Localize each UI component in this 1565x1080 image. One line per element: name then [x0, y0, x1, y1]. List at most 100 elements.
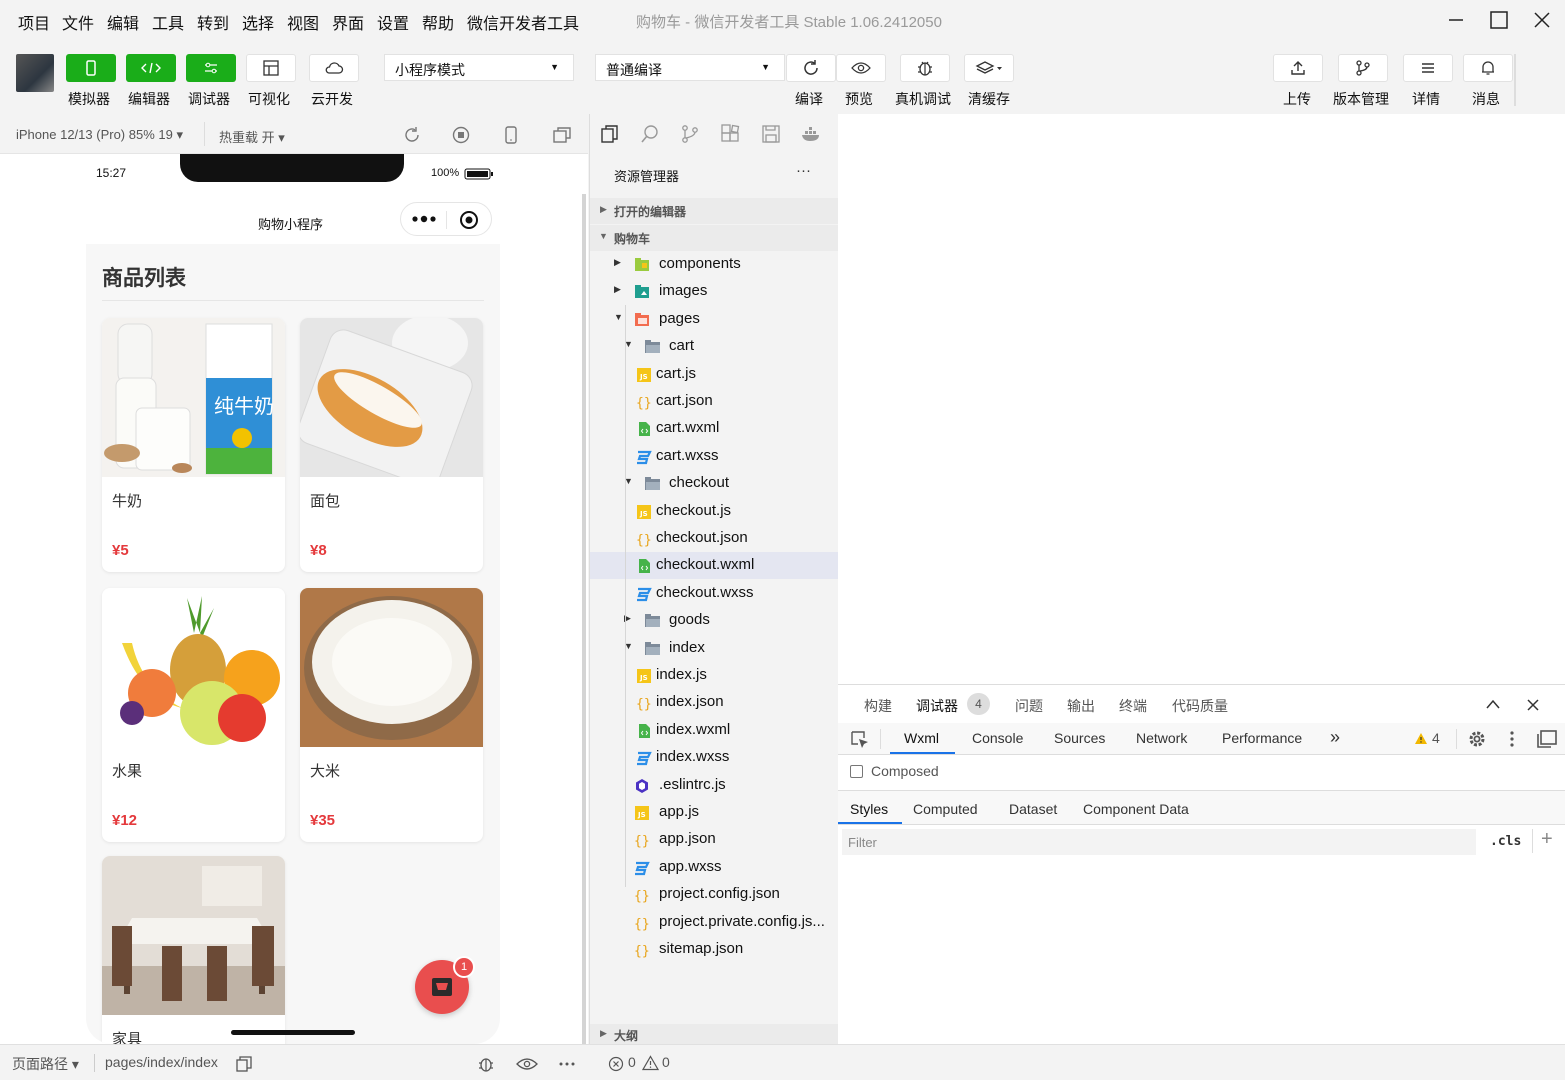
more-dots-icon[interactable] — [558, 1061, 576, 1067]
device-select[interactable]: iPhone 12/13 (Pro) 85% 19 ▾ — [16, 127, 183, 143]
tab-computed[interactable]: Computed — [913, 801, 978, 817]
tab-network[interactable]: Network — [1136, 730, 1187, 746]
file-row[interactable]: app.wxss — [590, 854, 838, 881]
tab-wxml[interactable]: Wxml — [904, 730, 939, 746]
minimize-button[interactable] — [1436, 6, 1476, 34]
window-icon[interactable] — [552, 126, 572, 144]
tab-styles[interactable]: Styles — [850, 801, 888, 817]
file-row[interactable]: {} cart.json — [590, 388, 838, 415]
menu-item-wechat-devtools[interactable]: 微信开发者工具 — [467, 10, 579, 34]
product-card[interactable]: 面包 ¥8 — [300, 318, 483, 572]
folder-row[interactable]: ▼ cart — [590, 333, 838, 360]
more-dots-icon[interactable] — [411, 215, 437, 223]
tab-component-data[interactable]: Component Data — [1083, 801, 1189, 817]
hot-reload-toggle[interactable]: 热重载 开 ▾ — [219, 127, 285, 146]
file-row[interactable]: {} app.json — [590, 826, 838, 853]
file-row[interactable]: JS app.js — [590, 799, 838, 826]
copy-icon[interactable] — [236, 1056, 252, 1072]
save-icon[interactable] — [761, 124, 781, 144]
file-row[interactable]: cart.wxml — [590, 415, 838, 442]
close-window-button[interactable] — [1522, 6, 1562, 34]
dock-side-icon[interactable] — [1536, 730, 1558, 748]
menu-item-file[interactable]: 文件 — [62, 10, 94, 34]
product-card[interactable]: 家具 — [102, 856, 285, 1044]
details-button[interactable] — [1403, 54, 1453, 82]
menu-item-tools[interactable]: 工具 — [152, 10, 184, 34]
scrollbar[interactable] — [582, 194, 586, 1044]
close-miniprogram-icon[interactable] — [459, 210, 479, 230]
folder-row[interactable]: ▶ components — [590, 251, 838, 278]
composed-checkbox[interactable] — [850, 765, 863, 778]
file-row[interactable]: checkout.wxml — [590, 552, 838, 580]
extensions-icon[interactable] — [720, 124, 740, 144]
explorer-more-button[interactable]: ··· — [796, 162, 811, 179]
tab-console[interactable]: Console — [972, 730, 1023, 746]
compile-button[interactable] — [786, 54, 836, 82]
product-card[interactable]: 水果 ¥12 — [102, 588, 285, 842]
tab-sources[interactable]: Sources — [1054, 730, 1105, 746]
debugger-button[interactable] — [186, 54, 236, 82]
menu-item-interface[interactable]: 界面 — [332, 10, 364, 34]
folder-row[interactable]: ▶ goods — [590, 607, 838, 634]
folder-row[interactable]: ▶ images — [590, 278, 838, 305]
clear-cache-button[interactable] — [964, 54, 1014, 82]
file-row[interactable]: index.wxss — [590, 744, 838, 771]
project-section[interactable]: ▼ 购物车 — [590, 225, 838, 251]
visual-button[interactable] — [246, 54, 296, 82]
folder-row[interactable]: ▼ checkout — [590, 470, 838, 497]
file-row[interactable]: JS cart.js — [590, 361, 838, 388]
phone-icon[interactable] — [503, 125, 519, 145]
product-card[interactable]: 纯牛奶 牛奶 ¥5 — [102, 318, 285, 572]
remote-debug-button[interactable] — [900, 54, 950, 82]
more-tabs-button[interactable]: » — [1330, 727, 1340, 748]
bug-icon[interactable] — [476, 1054, 496, 1074]
stop-icon[interactable] — [452, 126, 470, 144]
tab-debugger[interactable]: 调试器 — [916, 696, 958, 716]
eye-icon[interactable] — [516, 1057, 538, 1071]
mode-select[interactable]: 小程序模式 ▼ — [384, 54, 574, 81]
menu-item-goto[interactable]: 转到 — [197, 10, 229, 34]
preview-button[interactable] — [836, 54, 886, 82]
close-icon[interactable] — [1527, 699, 1539, 711]
avatar[interactable] — [16, 54, 54, 92]
file-row[interactable]: {} checkout.json — [590, 525, 838, 552]
menu-item-view[interactable]: 视图 — [287, 10, 319, 34]
tab-terminal[interactable]: 终端 — [1119, 696, 1147, 716]
files-icon[interactable] — [600, 124, 620, 144]
maximize-button[interactable] — [1479, 6, 1519, 34]
tab-performance[interactable]: Performance — [1222, 730, 1302, 746]
product-card[interactable]: 大米 ¥35 — [300, 588, 483, 842]
upload-button[interactable] — [1273, 54, 1323, 82]
menu-item-select[interactable]: 选择 — [242, 10, 274, 34]
file-row[interactable]: index.wxml — [590, 717, 838, 744]
file-row[interactable]: checkout.wxss — [590, 580, 838, 607]
inspect-element-icon[interactable] — [850, 730, 870, 750]
file-row[interactable]: {} project.config.json — [590, 881, 838, 908]
cls-button[interactable]: .cls — [1490, 834, 1521, 849]
outline-section[interactable]: ▶ 大纲 — [590, 1024, 838, 1044]
page-path-toggle[interactable]: 页面路径 ▾ — [12, 1054, 79, 1074]
chevron-up-icon[interactable] — [1486, 699, 1500, 709]
tab-dataset[interactable]: Dataset — [1009, 801, 1057, 817]
gear-icon[interactable] — [1468, 730, 1486, 748]
editor-button[interactable] — [126, 54, 176, 82]
file-row[interactable]: cart.wxss — [590, 443, 838, 470]
tab-problems[interactable]: 问题 — [1015, 696, 1043, 716]
editor-area[interactable] — [838, 114, 1565, 684]
tab-build[interactable]: 构建 — [864, 696, 892, 716]
menu-item-settings[interactable]: 设置 — [377, 10, 409, 34]
messages-button[interactable] — [1463, 54, 1513, 82]
add-style-rule-button[interactable]: + — [1541, 828, 1553, 851]
version-control-button[interactable] — [1338, 54, 1388, 82]
open-editors-section[interactable]: ▶ 打开的编辑器 — [590, 198, 838, 224]
folder-row[interactable]: ▼ index — [590, 635, 838, 662]
cloud-dev-button[interactable] — [309, 54, 359, 82]
menu-item-edit[interactable]: 编辑 — [107, 10, 139, 34]
tab-code-quality[interactable]: 代码质量 — [1172, 696, 1228, 716]
menu-item-project[interactable]: 项目 — [18, 10, 50, 34]
simulator-button[interactable] — [66, 54, 116, 82]
rotate-icon[interactable] — [402, 126, 422, 144]
tab-output[interactable]: 输出 — [1067, 696, 1095, 716]
capsule-menu[interactable] — [400, 202, 492, 236]
filter-input[interactable]: Filter — [842, 829, 1476, 855]
